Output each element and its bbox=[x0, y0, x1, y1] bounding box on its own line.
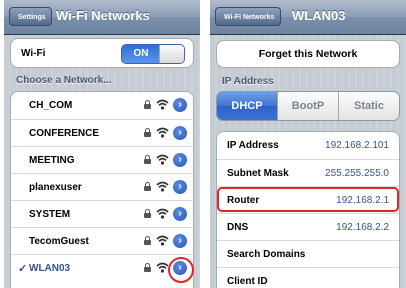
detail-disclosure-icon[interactable]: › bbox=[173, 153, 187, 167]
checkmark-icon: ✓ bbox=[18, 263, 28, 275]
network-name: TecomGuest bbox=[29, 236, 89, 247]
wifi-switch-on-label: ON bbox=[122, 45, 160, 63]
page-title: WLAN03 bbox=[292, 8, 346, 23]
network-name: WLAN03 bbox=[29, 263, 71, 274]
segment-static[interactable]: Static bbox=[338, 92, 399, 120]
network-row-ch-com[interactable]: CH_COM › bbox=[11, 92, 193, 119]
network-row-system[interactable]: SYSTEM › bbox=[11, 200, 193, 227]
wifi-signal-icon bbox=[156, 181, 169, 192]
wifi-signal-icon bbox=[156, 208, 169, 219]
page-title: Wi-Fi Networks bbox=[56, 8, 150, 23]
ip-address-row[interactable]: IP Address 192.168.2.101 bbox=[217, 132, 399, 159]
network-row-tecomguest[interactable]: TecomGuest › bbox=[11, 227, 193, 254]
network-list: CH_COM › CONFERENCE › MEETING › planexus… bbox=[10, 91, 194, 288]
wifi-switch-knob[interactable] bbox=[159, 45, 184, 63]
wifi-switch[interactable]: ON bbox=[121, 44, 185, 64]
lock-icon bbox=[144, 182, 151, 191]
wifi-toggle-group: Wi-Fi ON bbox=[10, 38, 194, 68]
lock-icon bbox=[144, 128, 151, 137]
segment-dhcp[interactable]: DHCP bbox=[217, 92, 277, 120]
section-header: IP Address bbox=[222, 76, 274, 87]
search-domains-row[interactable]: Search Domains bbox=[217, 240, 399, 267]
network-row-planexuser[interactable]: planexuser › bbox=[11, 173, 193, 200]
nav-bar: Wi-Fi Networks WLAN03 bbox=[210, 0, 406, 35]
detail-disclosure-icon[interactable]: › bbox=[173, 126, 187, 140]
ip-mode-segmented-control: DHCP BootP Static bbox=[216, 91, 400, 121]
highlight-ring bbox=[168, 257, 194, 283]
wifi-networks-screen: Settings Wi-Fi Networks Wi-Fi ON Choose … bbox=[4, 0, 200, 288]
detail-disclosure-icon[interactable]: › bbox=[173, 207, 187, 221]
wifi-signal-icon bbox=[156, 262, 169, 273]
wlan03-detail-screen: Wi-Fi Networks WLAN03 Forget this Networ… bbox=[210, 0, 406, 288]
row-label: Search Domains bbox=[227, 249, 306, 260]
detail-disclosure-icon[interactable]: › bbox=[173, 180, 187, 194]
lock-icon bbox=[144, 236, 151, 245]
wifi-signal-icon bbox=[156, 127, 169, 138]
dns-row[interactable]: DNS 192.168.2.2 bbox=[217, 213, 399, 240]
lock-icon bbox=[144, 263, 151, 272]
wifi-label: Wi-Fi bbox=[21, 48, 46, 59]
wifi-signal-icon bbox=[156, 154, 169, 165]
network-name: planexuser bbox=[29, 182, 82, 193]
network-row-meeting[interactable]: MEETING › bbox=[11, 146, 193, 173]
network-name: SYSTEM bbox=[29, 209, 71, 220]
settings-back-button[interactable]: Settings bbox=[9, 7, 52, 26]
wifi-signal-icon bbox=[156, 99, 169, 110]
section-header: Choose a Network... bbox=[16, 75, 112, 86]
detail-disclosure-icon[interactable]: › bbox=[173, 98, 187, 112]
highlight-box bbox=[217, 187, 399, 212]
lock-icon bbox=[144, 100, 151, 109]
network-name: CH_COM bbox=[29, 100, 73, 111]
network-row-conference[interactable]: CONFERENCE › bbox=[11, 119, 193, 146]
row-value: 192.168.2.2 bbox=[336, 222, 389, 233]
segment-bootp[interactable]: BootP bbox=[277, 92, 338, 120]
network-name: MEETING bbox=[29, 155, 75, 166]
network-name: CONFERENCE bbox=[29, 128, 100, 139]
forget-network-button[interactable]: Forget this Network bbox=[216, 40, 400, 68]
nav-bar: Settings Wi-Fi Networks bbox=[4, 0, 200, 35]
detail-disclosure-icon[interactable]: › bbox=[173, 234, 187, 248]
client-id-row[interactable]: Client ID bbox=[217, 267, 399, 288]
lock-icon bbox=[144, 155, 151, 164]
row-value: 255.255.255.0 bbox=[325, 168, 389, 179]
row-label: Subnet Mask bbox=[227, 168, 289, 179]
lock-icon bbox=[144, 209, 151, 218]
row-label: DNS bbox=[227, 222, 249, 233]
wifi-signal-icon bbox=[156, 235, 169, 246]
row-value: 192.168.2.101 bbox=[325, 140, 389, 151]
row-label: Client ID bbox=[227, 276, 268, 287]
network-row-wlan03[interactable]: ✓ WLAN03 › bbox=[11, 254, 193, 281]
row-label: IP Address bbox=[227, 140, 279, 151]
subnet-mask-row[interactable]: Subnet Mask 255.255.255.0 bbox=[217, 159, 399, 186]
wifi-networks-back-button[interactable]: Wi-Fi Networks bbox=[215, 7, 281, 26]
